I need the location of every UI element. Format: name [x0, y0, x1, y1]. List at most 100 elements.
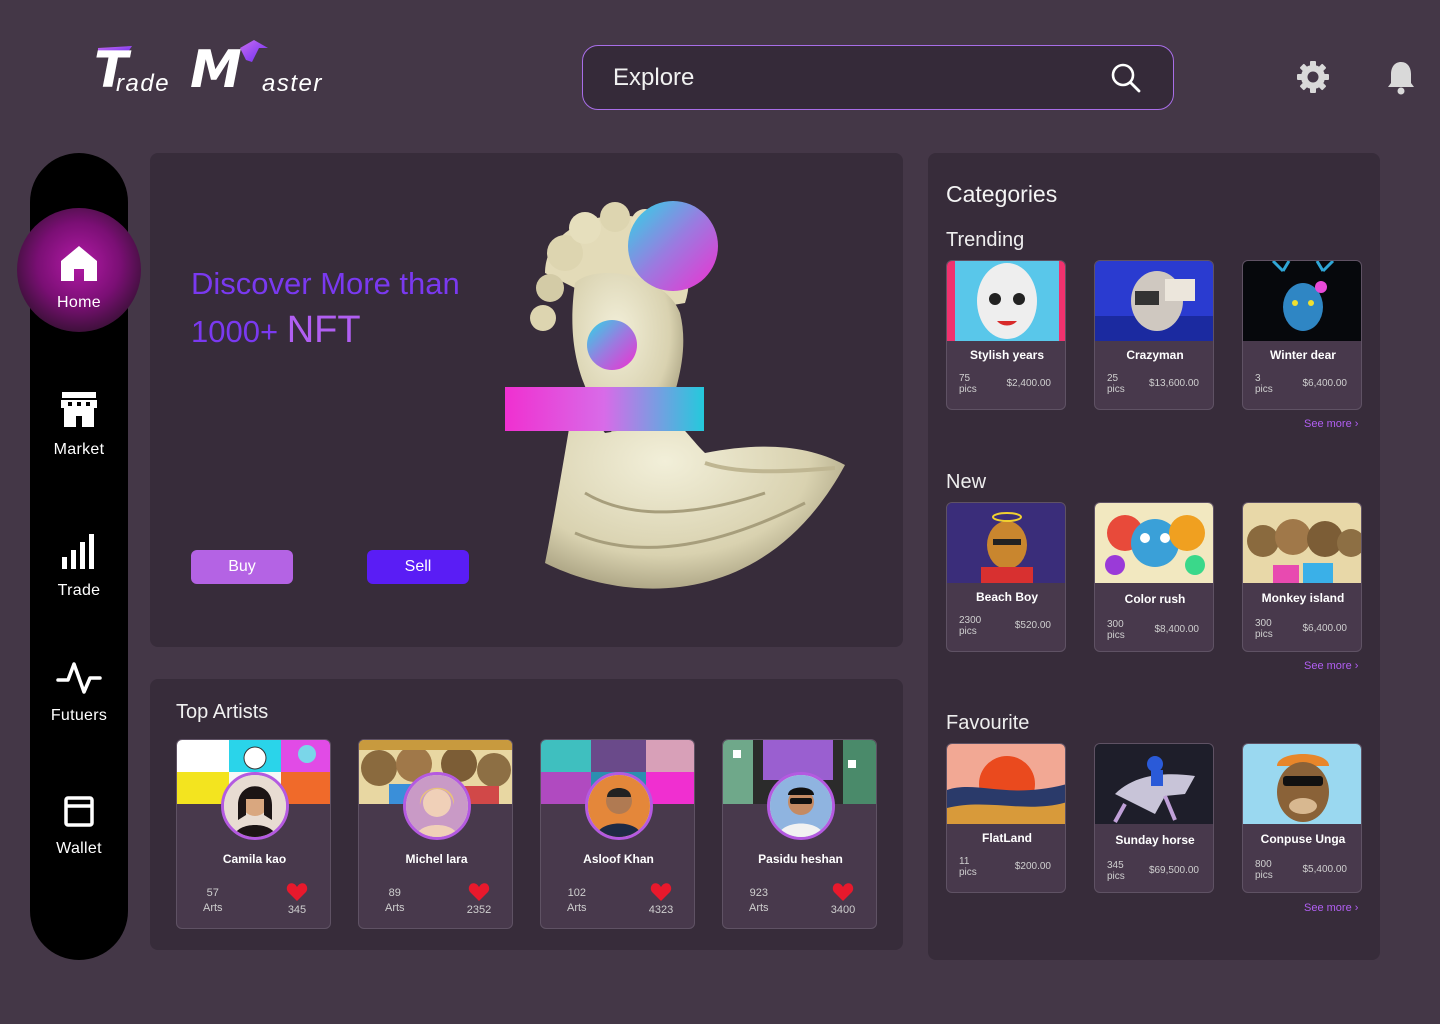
nft-price: $8,400.00 [1154, 624, 1200, 635]
nft-price: $6,400.00 [1302, 378, 1348, 389]
nft-image [1095, 503, 1213, 583]
hero-line-2: 1000+ [191, 314, 287, 349]
top-artists-title: Top Artists [176, 701, 269, 723]
gear-icon[interactable] [1294, 58, 1332, 96]
section-title-trending: Trending [946, 229, 1025, 251]
sidebar-item-home[interactable]: Home [30, 243, 128, 312]
artist-arts-count: 923 Arts [749, 887, 769, 914]
nft-card[interactable]: Winter dear 3 pics $6,400.00 [1242, 260, 1362, 410]
bell-icon[interactable] [1382, 58, 1420, 96]
nft-image [1243, 261, 1361, 341]
artist-name: Pasidu heshan [758, 852, 843, 866]
search-icon[interactable] [1109, 61, 1143, 95]
hero-highlight: NFT [286, 309, 361, 351]
nft-card[interactable]: Color rush 300 pics $8,400.00 [1094, 502, 1214, 652]
categories-title: Categories [946, 181, 1058, 207]
brand-logo[interactable]: T rade M aster [94, 40, 344, 100]
nft-price: $2,400.00 [1006, 378, 1052, 389]
nft-pics-count: 300 pics [1107, 619, 1125, 641]
nft-pics-count: 345 pics [1107, 860, 1125, 882]
nft-card[interactable]: Sunday horse 345 pics $69,500.00 [1094, 743, 1214, 893]
see-more-link[interactable]: See more › [1304, 902, 1358, 914]
nft-price: $69,500.00 [1148, 865, 1199, 876]
sidebar-item-label: Wallet [56, 840, 102, 857]
section-title-new: New [946, 471, 987, 493]
nft-name: Stylish years [969, 348, 1045, 362]
artist-card[interactable]: Pasidu heshan 923 Arts 3400 [722, 739, 877, 929]
search-input[interactable]: Explore [613, 64, 1109, 92]
buy-button[interactable]: Buy [191, 550, 293, 584]
top-artists-panel: Top Artists Camila kao 57 Arts 345 Michel… [150, 679, 903, 950]
artist-likes: 2352 [466, 904, 492, 916]
search-bar[interactable]: Explore [582, 45, 1174, 110]
nft-pics-count: 800 pics [1255, 859, 1273, 881]
nft-image [947, 503, 1065, 583]
artist-arts-count: 89 Arts [385, 887, 405, 914]
nft-image [1243, 744, 1361, 824]
artist-likes: 4323 [648, 904, 674, 916]
store-icon [58, 388, 100, 435]
chevron-right-icon: › [1354, 660, 1359, 672]
sidebar-item-market[interactable]: Market [30, 388, 128, 459]
avatar [403, 772, 471, 840]
home-icon [58, 243, 100, 288]
artist-card[interactable]: Asloof Khan 102 Arts 4323 [540, 739, 695, 929]
nft-card[interactable]: Monkey island 300 pics $6,400.00 [1242, 502, 1362, 652]
artist-likes: 3400 [830, 904, 856, 916]
logo-letter-m: M [190, 40, 242, 100]
nft-name: FlatLand [982, 831, 1032, 845]
nft-price: $5,400.00 [1302, 864, 1348, 875]
nft-card[interactable]: FlatLand 11 pics $200.00 [946, 743, 1066, 893]
chevron-right-icon: › [1354, 902, 1359, 914]
nft-name: Color rush [1124, 592, 1186, 606]
avatar [221, 772, 289, 840]
nft-price: $520.00 [1014, 620, 1051, 631]
see-more-link[interactable]: See more › [1304, 660, 1358, 672]
sell-button[interactable]: Sell [367, 550, 469, 584]
nft-name: Sunday horse [1115, 833, 1195, 847]
nft-bust-illustration [504, 193, 865, 613]
artist-card[interactable]: Camila kao 57 Arts 345 [176, 739, 331, 929]
nft-price: $13,600.00 [1148, 378, 1199, 389]
sidebar-item-label: Market [53, 441, 105, 458]
nft-price: $200.00 [1014, 861, 1051, 872]
hero-banner: Discover More than 1000+ NFT Buy Sell [150, 153, 903, 647]
nft-pics-count: 11 pics [959, 856, 977, 878]
pulse-icon [56, 660, 102, 701]
artist-card[interactable]: Michel lara 89 Arts 2352 [358, 739, 513, 929]
nft-name: Conpuse Unga [1260, 832, 1346, 846]
artist-arts-count: 57 Arts [203, 887, 223, 914]
artist-likes: 345 [287, 904, 307, 916]
hero-line-1: Discover More than [191, 266, 460, 301]
nft-card[interactable]: Stylish years 75 pics $2,400.00 [946, 260, 1066, 410]
nft-image [1243, 503, 1361, 583]
nft-price: $6,400.00 [1302, 623, 1348, 634]
nft-image [1095, 744, 1213, 824]
avatar [767, 772, 835, 840]
nft-pics-count: 3 pics [1255, 373, 1273, 395]
see-more-link[interactable]: See more › [1304, 418, 1358, 430]
nft-name: Crazyman [1126, 348, 1184, 362]
logo-word-rade: rade [116, 70, 171, 97]
section-title-favourite: Favourite [946, 712, 1030, 734]
categories-panel: Categories Trending Stylish years 75 pics… [928, 153, 1380, 960]
nft-name: Winter dear [1270, 348, 1336, 362]
sidebar-item-futures[interactable]: Futuers [30, 660, 128, 725]
sidebar-item-wallet[interactable]: Wallet [30, 795, 128, 858]
avatar [585, 772, 653, 840]
nft-name: Beach Boy [975, 590, 1039, 604]
nft-card[interactable]: Crazyman 25 pics $13,600.00 [1094, 260, 1214, 410]
nft-pics-count: 2300 pics [959, 615, 982, 637]
artist-name: Camila kao [222, 852, 287, 866]
nft-pics-count: 300 pics [1255, 618, 1273, 640]
artist-arts-count: 102 Arts [567, 887, 587, 914]
hero-headline: Discover More than 1000+ NFT [191, 261, 460, 355]
nft-pics-count: 75 pics [959, 373, 977, 395]
wallet-icon [63, 795, 95, 834]
nft-image [1095, 261, 1213, 341]
nft-card[interactable]: Conpuse Unga 800 pics $5,400.00 [1242, 743, 1362, 893]
sidebar-item-trade[interactable]: Trade [30, 531, 128, 600]
nft-image [947, 744, 1065, 824]
nft-card[interactable]: Beach Boy 2300 pics $520.00 [946, 502, 1066, 652]
nft-name: Monkey island [1261, 591, 1345, 605]
